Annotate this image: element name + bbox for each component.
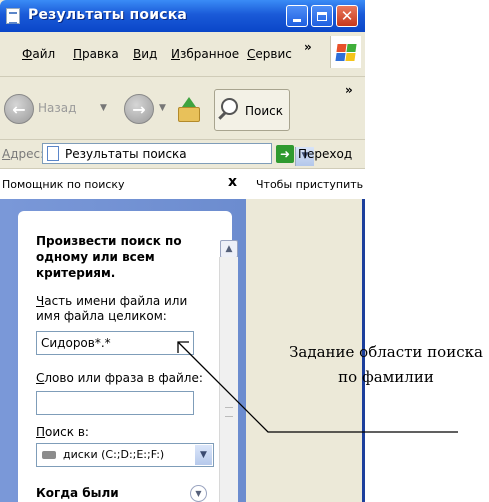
maximize-button[interactable] — [311, 5, 333, 27]
back-label[interactable]: Назад — [38, 101, 76, 115]
window-title: Результаты поиска — [28, 7, 188, 23]
folder-icon — [178, 107, 200, 122]
collapse-up-icon[interactable]: ▲ — [220, 240, 238, 258]
expand-chevron-icon[interactable]: ▼ — [190, 485, 207, 502]
menu-tools-label: ервис — [255, 47, 292, 61]
search-button-label: Поиск — [245, 104, 284, 118]
search-results-window: Результаты поиска ✕ Файл Правка Вид Избр… — [0, 0, 365, 502]
search-assistant-panel: Произвести поиск по одному или всем крит… — [18, 211, 238, 502]
lookin-dropdown-icon[interactable]: ▼ — [195, 445, 212, 465]
menu-view-hotkey: В — [133, 47, 142, 61]
menu-tools[interactable]: Сервис — [247, 47, 292, 61]
results-hint-text: Чтобы приступить к — [256, 178, 365, 191]
go-button-label[interactable]: Переход — [298, 147, 352, 161]
search-pane-title: Помощник по поиску — [2, 178, 125, 191]
address-label-hotkey: А — [2, 147, 11, 161]
search-companion-pane: Произвести поиск по одному или всем крит… — [0, 199, 246, 502]
phrase-label-text: лово или фраза в файле: — [44, 371, 203, 385]
address-label-text: дрес: — [10, 147, 45, 161]
address-value: Результаты поиска — [65, 147, 187, 161]
back-icon[interactable]: ← — [4, 94, 34, 124]
windows-logo-icon — [330, 36, 361, 68]
lookin-label-text: оиск в: — [45, 425, 89, 439]
drive-icon — [42, 451, 56, 459]
address-bar: Адрес: Результаты поиска ▼ ➜ Переход — [0, 140, 365, 169]
filename-label: Часть имени файла или имя файла целиком: — [36, 294, 206, 324]
menu-edit[interactable]: Правка — [73, 47, 119, 61]
assistant-heading: Произвести поиск по одному или всем крит… — [36, 234, 182, 280]
results-area: Чтобы приступить к — [246, 169, 365, 199]
menu-view[interactable]: Вид — [133, 47, 157, 61]
forward-dropdown-icon[interactable]: ▼ — [159, 103, 166, 113]
menu-file-hotkey: Ф — [22, 47, 33, 61]
menu-view-label: ид — [141, 47, 158, 61]
search-icon-handle — [218, 111, 227, 120]
back-dropdown-icon[interactable]: ▼ — [100, 103, 107, 113]
menu-edit-hotkey: П — [73, 47, 83, 61]
menu-favorites-label: збранное — [179, 47, 240, 61]
search-button[interactable]: Поиск — [214, 89, 290, 131]
logo-flag-red — [336, 44, 347, 52]
menu-file-label: айл — [32, 47, 56, 61]
menu-bar: Файл Правка Вид Избранное Сервис » — [0, 32, 365, 77]
maximize-icon — [317, 11, 327, 21]
menu-favorites[interactable]: Избранное — [171, 47, 239, 61]
window-doc-icon — [6, 8, 20, 24]
assistant-scrollbar[interactable] — [219, 257, 238, 502]
pane-close-icon[interactable]: x — [228, 174, 237, 190]
close-icon: ✕ — [340, 6, 354, 25]
logo-flag-yellow — [345, 53, 356, 61]
minimize-icon — [293, 18, 301, 22]
toolbar-more-chevron[interactable]: » — [345, 83, 353, 97]
search-results-doc-icon — [47, 146, 59, 161]
search-pane-header: Помощник по поиску x — [0, 169, 246, 200]
menu-edit-label: равка — [82, 47, 119, 61]
phrase-label: Слово или фраза в файле: — [36, 371, 206, 386]
lookin-label: Поиск в: — [36, 425, 206, 440]
phrase-input[interactable] — [36, 391, 194, 415]
filename-input[interactable] — [36, 331, 194, 355]
address-label: Адрес: — [2, 147, 44, 161]
go-arrow-icon[interactable]: ➜ — [276, 145, 294, 163]
menu-favorites-hotkey: И — [171, 47, 180, 61]
filename-label-hotkey: Ч — [36, 294, 45, 308]
when-modified-label[interactable]: Когда были — [36, 486, 119, 500]
toolbar: ← Назад ▼ → ▼ Поиск » — [0, 77, 365, 140]
lookin-select[interactable]: диски (C:;D:;E:;F:) ▼ — [36, 443, 214, 467]
address-field[interactable]: Результаты поиска ▼ — [42, 143, 314, 166]
annotation-callout: Задание области поиска по фамилии — [289, 343, 483, 386]
lookin-label-hotkey: П — [36, 425, 46, 439]
menu-file[interactable]: Файл — [22, 47, 55, 61]
minimize-button[interactable] — [286, 5, 308, 27]
filename-label-text: асть имени файла или имя файла целиком: — [36, 294, 188, 323]
forward-icon[interactable]: → — [124, 94, 154, 124]
logo-flag-blue — [335, 53, 346, 61]
menu-more-chevron[interactable]: » — [304, 40, 312, 54]
up-arrow-icon — [182, 97, 196, 107]
logo-flag-green — [346, 44, 357, 52]
close-button[interactable]: ✕ — [336, 5, 358, 27]
folder-up-icon[interactable] — [176, 97, 200, 123]
scroll-grip-icon — [225, 407, 233, 417]
title-bar[interactable]: Результаты поиска ✕ — [0, 0, 365, 32]
lookin-value: диски (C:;D:;E:;F:) — [63, 448, 165, 461]
